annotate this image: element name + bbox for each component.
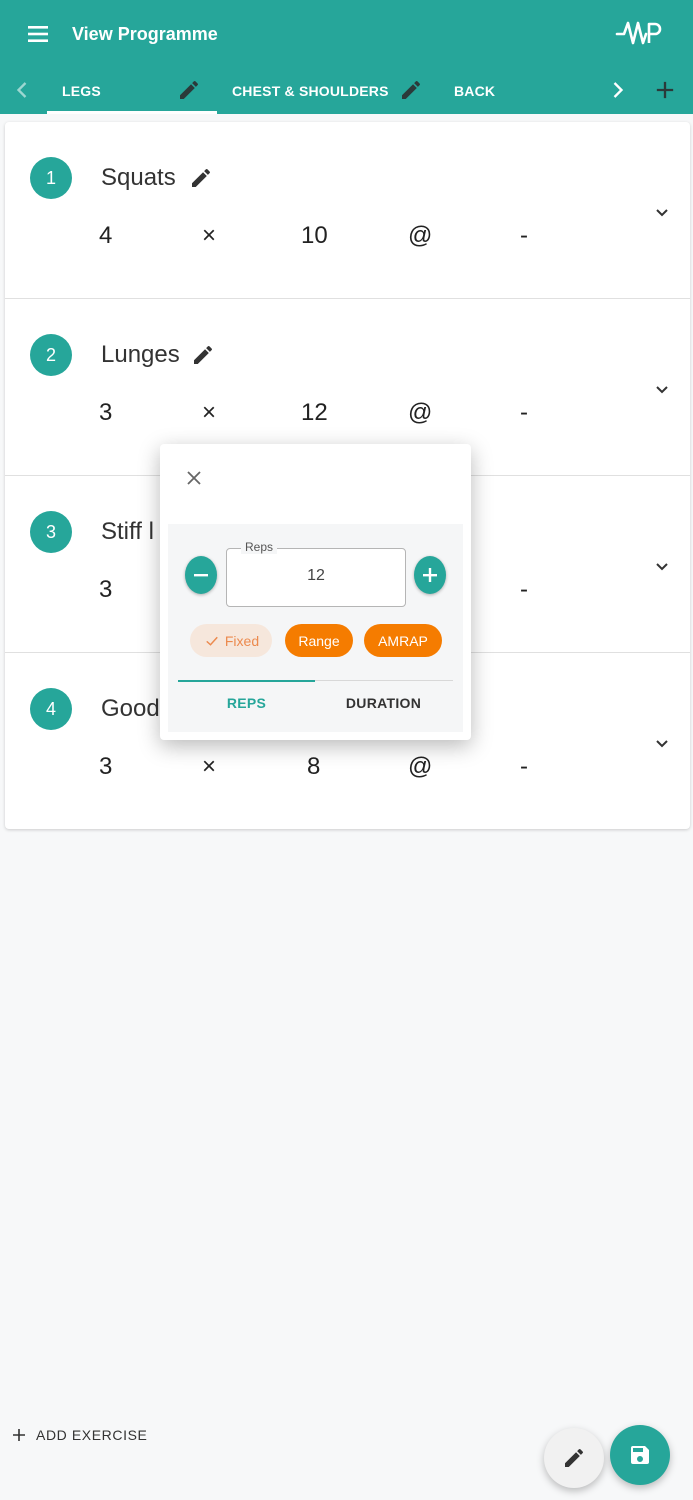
times-symbol: × [202,753,217,780]
exercise-number-badge: 3 [30,511,72,553]
reps-field-label: Reps [241,540,278,554]
amrap-chip-label: AMRAP [378,632,428,649]
reps-value: 8 [307,753,321,780]
exercise-name: Lunges [101,341,180,368]
plus-icon [423,568,437,582]
sets-value: 3 [99,399,113,426]
chevron-down-icon[interactable] [650,377,674,401]
exercise-edit-icon[interactable] [189,166,213,190]
close-icon[interactable] [182,466,206,490]
at-symbol: @ [408,222,433,249]
weight-value: - [520,576,528,603]
tab-legs[interactable]: LEGS [62,68,101,114]
exercise-name: Squats [101,164,176,191]
reps-value: 10 [301,222,328,249]
plus-icon [13,1429,25,1441]
increment-button[interactable] [414,556,446,594]
tabs-next-arrow-icon[interactable] [604,76,632,104]
weight-value: - [520,753,528,780]
tab-reps[interactable]: REPS [178,680,315,726]
edit-fab-button[interactable] [544,1428,604,1488]
tab-chest-shoulders[interactable]: CHEST & SHOULDERS [232,68,389,114]
reps-popup: Reps Fixed Range AMRAP REPS DURATION [160,444,471,740]
at-symbol: @ [408,753,433,780]
reps-editor: Reps Fixed Range AMRAP REPS DURATION [168,524,463,732]
tabs-prev-arrow-icon[interactable] [8,76,36,104]
minus-icon [194,574,208,577]
sets-value: 3 [99,576,113,603]
save-fab-button[interactable] [610,1425,670,1485]
tab-chest-shoulders-edit-icon[interactable] [399,78,423,102]
exercise-name: Good [101,695,160,722]
at-symbol: @ [408,399,433,426]
sets-value: 4 [99,222,113,249]
pencil-icon [565,1448,584,1467]
day-tabs: LEGS CHEST & SHOULDERS BACK [0,68,693,114]
reps-value: 12 [301,399,328,426]
exercise-name: Stiff l [101,518,154,545]
chevron-down-icon[interactable] [650,731,674,755]
tab-duration[interactable]: DURATION [315,680,452,726]
app-logo [615,18,665,48]
page-title: View Programme [72,24,218,44]
tab-back-label: BACK [454,83,496,99]
range-chip[interactable]: Range [285,624,353,657]
reps-field[interactable]: Reps [226,540,406,607]
weight-value: - [520,222,528,249]
save-icon [631,1446,649,1464]
exercise-edit-icon[interactable] [191,343,215,367]
add-exercise-button[interactable]: ADD EXERCISE [12,1424,147,1446]
exercise-number-badge: 2 [30,334,72,376]
decrement-button[interactable] [185,556,217,594]
exercise-number-badge: 4 [30,688,72,730]
check-icon [206,636,218,646]
exercise-number-badge: 1 [30,157,72,199]
weight-value: - [520,399,528,426]
times-symbol: × [202,399,217,426]
sets-value: 3 [99,753,113,780]
chevron-down-icon[interactable] [650,554,674,578]
amrap-chip[interactable]: AMRAP [364,624,442,657]
tab-legs-edit-icon[interactable] [177,78,201,102]
menu-icon[interactable] [22,20,54,48]
add-day-plus-icon[interactable] [651,76,679,104]
tab-back[interactable]: BACK [454,68,495,114]
tab-active-indicator [47,111,217,114]
range-chip-label: Range [298,632,340,649]
tab-chest-shoulders-label: CHEST & SHOULDERS [232,83,389,99]
fixed-chip[interactable]: Fixed [190,624,272,657]
exercise-card[interactable]: 1 Squats 4 × 10 @ - [5,122,690,299]
reps-input[interactable] [227,567,405,585]
times-symbol: × [202,222,217,249]
app-bar: View Programme LEGS CHEST & SHOULDERS BA… [0,0,693,114]
tab-legs-label: LEGS [62,83,101,99]
chevron-down-icon[interactable] [650,200,674,224]
fixed-chip-label: Fixed [224,632,260,649]
add-exercise-label: ADD EXERCISE [36,1427,148,1443]
